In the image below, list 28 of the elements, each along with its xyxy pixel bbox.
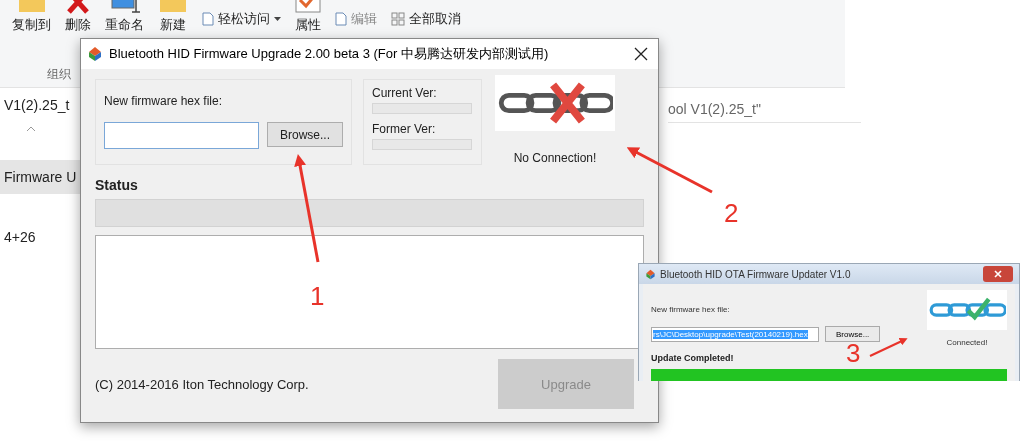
ribbon-group-label: 组织 (47, 66, 72, 83)
file-list-item[interactable]: 4+26 (0, 220, 80, 254)
browse-button[interactable]: Browse... (825, 326, 881, 342)
ribbon-button[interactable]: 属性 (295, 16, 321, 34)
file-list-item[interactable]: Firmware U (0, 160, 80, 194)
window-title: Bluetooth HID OTA Firmware Updater V1.0 (660, 268, 852, 280)
ribbon-button[interactable]: 重命名 (105, 16, 144, 34)
annotation-number: 3 (846, 340, 861, 366)
ribbon-button[interactable]: 轻松访问 (218, 10, 270, 28)
connection-status-text: Connected! (946, 338, 988, 347)
ribbon-button[interactable]: 删除 (65, 16, 91, 34)
field-label: New firmware hex file: (651, 305, 730, 314)
annotation-number: 1 (310, 283, 325, 309)
connection-status-text: No Connection! (513, 151, 597, 165)
annotation-number: 2 (724, 200, 739, 226)
window-title: Bluetooth HID Firmware Upgrade 2.00 beta 3 (For 中易腾达研发内部测试用) (109, 45, 550, 63)
status-label: Update Completed! (651, 353, 734, 363)
file-name-text: ool V1(2).25_t" (668, 95, 861, 123)
ribbon-button[interactable]: 新建 (160, 16, 186, 34)
ribbon-button[interactable]: 复制到 (12, 16, 51, 34)
field-label: Current Ver: (372, 86, 438, 100)
file-list-item[interactable]: V1(2).25_t (0, 88, 80, 122)
status-label: Status (95, 177, 139, 193)
ribbon-button[interactable]: 全部取消 (409, 10, 461, 28)
copyright-text: (C) 2014-2016 Iton Technology Corp. (95, 376, 309, 392)
field-label: New firmware hex file: (104, 94, 224, 108)
browse-button[interactable]: Browse... (267, 122, 343, 147)
field-label: Former Ver: (372, 122, 437, 136)
